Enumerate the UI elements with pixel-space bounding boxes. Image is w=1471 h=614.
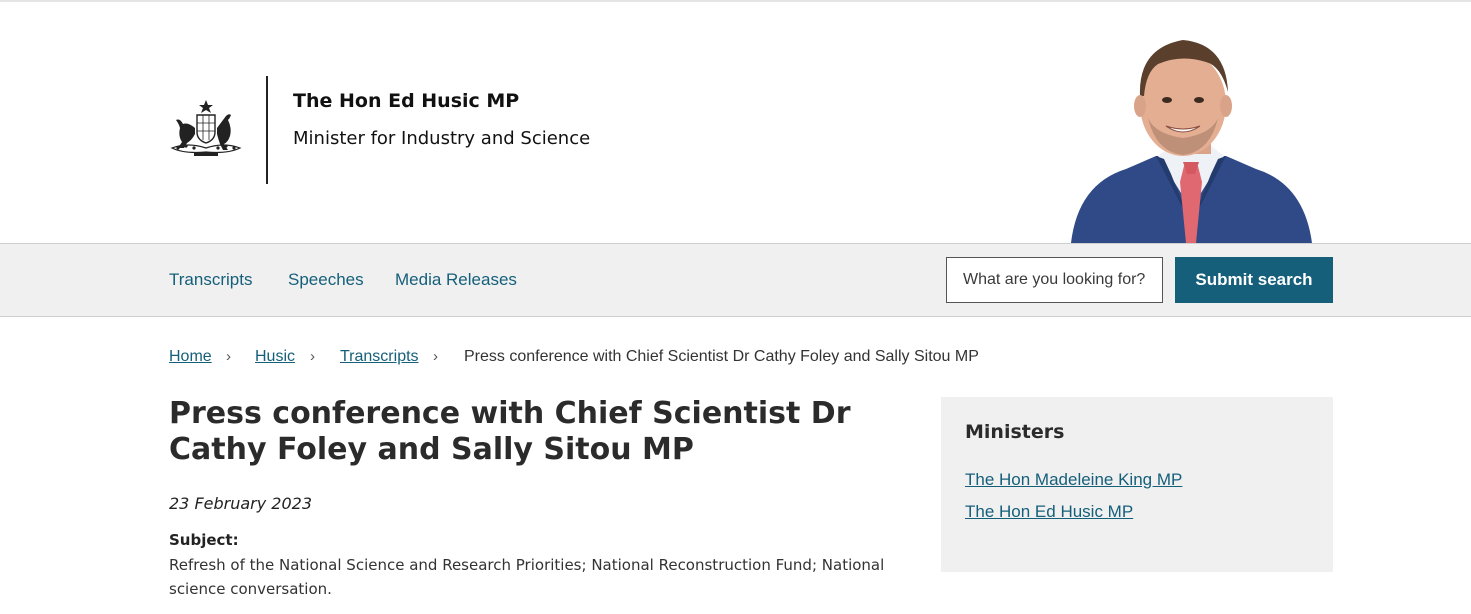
nav-speeches[interactable]: Speeches — [288, 270, 364, 290]
nav-media-releases[interactable]: Media Releases — [395, 270, 517, 290]
minister-portrait — [1071, 40, 1312, 243]
search-input[interactable] — [946, 257, 1163, 303]
coat-of-arms-icon[interactable] — [168, 98, 244, 158]
nav-transcripts[interactable]: Transcripts — [169, 270, 252, 290]
site-header: The Hon Ed Husic MP Minister for Industr… — [0, 2, 1471, 243]
subject-label: Subject: — [169, 531, 239, 549]
breadcrumb-transcripts[interactable]: Transcripts — [340, 348, 419, 366]
breadcrumb-husic[interactable]: Husic — [255, 348, 295, 366]
sidebar-title: Ministers — [965, 421, 1065, 443]
breadcrumb-current: Press conference with Chief Scientist Dr… — [464, 348, 979, 365]
main-navigation: Transcripts Speeches Media Releases Subm… — [0, 243, 1471, 317]
submit-search-button[interactable]: Submit search — [1175, 257, 1333, 303]
publish-date: 23 February 2023 — [169, 494, 313, 513]
minister-role: Minister for Industry and Science — [293, 128, 591, 149]
breadcrumb-separator: › — [433, 348, 438, 365]
brand-divider — [266, 76, 268, 184]
breadcrumb-separator: › — [310, 348, 315, 365]
page-title: Press conference with Chief Scientist Dr… — [169, 396, 851, 467]
minister-name[interactable]: The Hon Ed Husic MP — [293, 90, 519, 112]
subject-text: Refresh of the National Science and Rese… — [169, 556, 885, 598]
sidebar-link-ed-husic[interactable]: The Hon Ed Husic MP — [965, 502, 1133, 522]
breadcrumb-separator: › — [226, 348, 231, 365]
sidebar-link-madeleine-king[interactable]: The Hon Madeleine King MP — [965, 470, 1182, 490]
breadcrumb-home[interactable]: Home — [169, 348, 212, 366]
ministers-sidebar: Ministers The Hon Madeleine King MP The … — [941, 397, 1333, 572]
